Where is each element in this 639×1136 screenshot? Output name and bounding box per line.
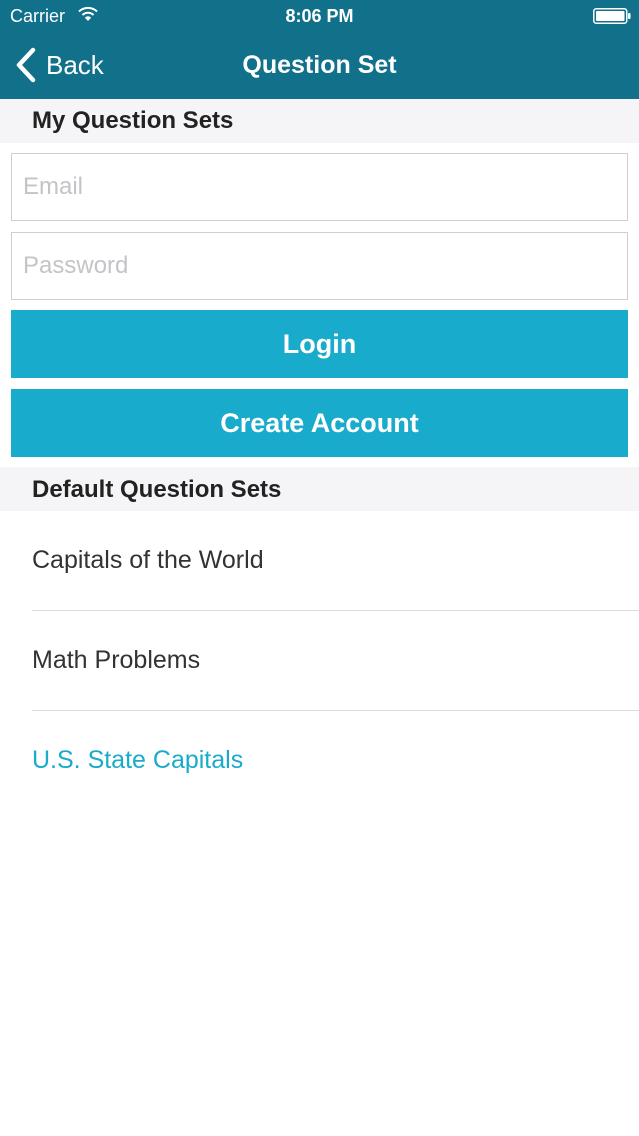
list-item-label: U.S. State Capitals [32,746,244,774]
top-bar: Carrier 8:06 PM Back Question Set [0,0,639,99]
login-button[interactable]: Login [11,310,628,378]
page-title: Question Set [242,51,397,79]
default-question-set-list: Capitals of the World Math Problems U.S.… [0,511,639,811]
password-field[interactable] [11,232,628,300]
list-item-label: Capitals of the World [32,546,264,574]
list-item-math-problems[interactable]: Math Problems [0,611,639,711]
default-question-sets-header: Default Question Sets [0,467,639,511]
navigation-bar: Back Question Set [0,32,639,99]
email-field[interactable] [11,153,628,221]
battery-icon [593,8,631,24]
list-item-label: Math Problems [32,646,201,674]
status-bar: Carrier 8:06 PM [0,0,639,32]
list-item-us-state-capitals[interactable]: U.S. State Capitals [0,711,639,811]
create-account-button[interactable]: Create Account [11,389,628,457]
default-question-sets-title: Default Question Sets [32,476,282,503]
my-question-sets-title: My Question Sets [32,107,234,134]
my-question-sets-header: My Question Sets [0,99,639,143]
list-item-capitals-of-the-world[interactable]: Capitals of the World [0,511,639,611]
status-time: 8:06 PM [285,6,354,26]
